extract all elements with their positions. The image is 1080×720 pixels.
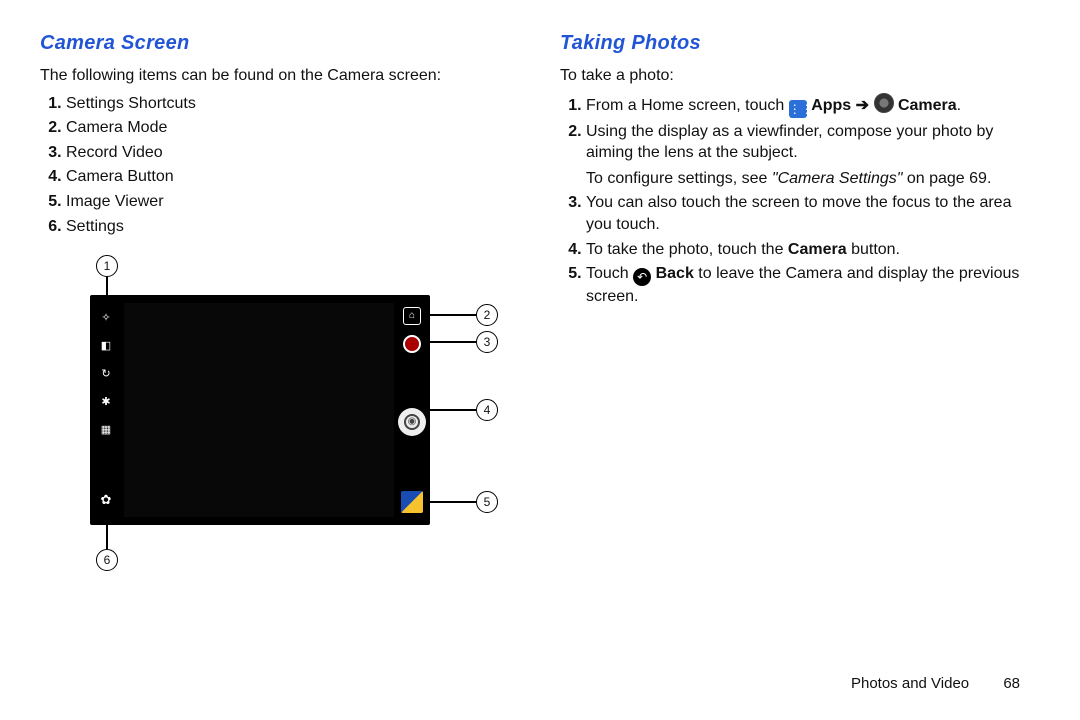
step-4-pre: To take the photo, touch the: [586, 241, 788, 258]
intro-camera-screen: The following items can be found on the …: [40, 65, 520, 87]
camera-frame: ✧ ◧ ↻ ✱ ▦ ✿ ⌂ ◉: [90, 295, 430, 525]
legend-item-4: Camera Button: [66, 166, 520, 188]
leader-6: [106, 525, 108, 549]
effects-icon: ✧: [99, 311, 113, 325]
column-camera-screen: Camera Screen The following items can be…: [40, 30, 520, 585]
taking-photos-steps: From a Home screen, touch ⋮⋮ Apps ➔ Came…: [586, 93, 1040, 308]
step-2: Using the display as a viewfinder, compo…: [586, 121, 1040, 190]
legend-item-5: Image Viewer: [66, 191, 520, 213]
camera-mode-toggle-icon: ⌂: [403, 307, 421, 325]
step-2-config-link: "Camera Settings": [772, 170, 903, 187]
record-video-icon: [403, 335, 421, 353]
leader-3: [430, 341, 476, 343]
step-4-post: button.: [847, 241, 900, 258]
step-2-config-post: on page 69.: [902, 170, 991, 187]
viewfinder-area: [124, 303, 394, 517]
step-1-apps-label: Apps: [811, 97, 851, 114]
step-5-pre: Touch: [586, 265, 633, 282]
footer-section-name: Photos and Video: [851, 675, 969, 692]
leader-2: [430, 314, 476, 316]
callout-2: 2: [476, 304, 498, 326]
settings-gear-icon: ✿: [97, 491, 115, 509]
step-5-post: to leave the Camera and display the prev…: [586, 265, 1019, 305]
callout-5: 5: [476, 491, 498, 513]
step-4: To take the photo, touch the Camera butt…: [586, 239, 1040, 261]
callout-1: 1: [96, 255, 118, 277]
settings-shortcuts-bar: ✧ ◧ ↻ ✱ ▦ ✿: [94, 301, 118, 519]
column-taking-photos: Taking Photos To take a photo: From a Ho…: [560, 30, 1040, 585]
step-5-bold: Back: [656, 265, 694, 282]
flash-icon: ✱: [99, 395, 113, 409]
step-2-config-pre: To configure settings, see: [586, 170, 772, 187]
heading-taking-photos: Taking Photos: [560, 30, 1040, 57]
step-1-text-a: From a Home screen, touch: [586, 97, 789, 114]
back-icon: ↶: [633, 268, 651, 286]
footer-page-number: 68: [1003, 675, 1020, 692]
timer-icon: ↻: [99, 367, 113, 381]
image-viewer-thumbnail-icon: [401, 491, 423, 513]
leader-5: [430, 501, 476, 503]
step-4-bold: Camera: [788, 241, 847, 258]
step-1-end: .: [957, 97, 961, 114]
shutter-button-icon: ◉: [398, 408, 426, 436]
leader-4: [430, 409, 476, 411]
camera-screen-legend: Settings Shortcuts Camera Mode Record Vi…: [66, 93, 520, 238]
exposure-icon: ◧: [99, 339, 113, 353]
callout-6: 6: [96, 549, 118, 571]
legend-item-3: Record Video: [66, 142, 520, 164]
callout-3: 3: [476, 331, 498, 353]
legend-item-2: Camera Mode: [66, 117, 520, 139]
step-2-subtext: To configure settings, see "Camera Setti…: [586, 168, 1040, 190]
page-footer: Photos and Video 68: [851, 674, 1020, 694]
step-1: From a Home screen, touch ⋮⋮ Apps ➔ Came…: [586, 93, 1040, 118]
step-1-camera-label: Camera: [898, 97, 957, 114]
heading-camera-screen: Camera Screen: [40, 30, 520, 57]
grid-icon: ▦: [99, 423, 113, 437]
camera-app-icon: [874, 93, 894, 113]
step-5: Touch ↶ Back to leave the Camera and dis…: [586, 263, 1040, 308]
camera-illustration: ✧ ◧ ↻ ✱ ▦ ✿ ⌂ ◉: [60, 255, 520, 585]
step-3: You can also touch the screen to move th…: [586, 192, 1040, 235]
callout-4: 4: [476, 399, 498, 421]
step-2-text-a: Using the display as a viewfinder, compo…: [586, 123, 993, 162]
leader-1: [106, 277, 108, 301]
legend-item-6: Settings: [66, 216, 520, 238]
apps-grid-icon: ⋮⋮: [789, 100, 807, 118]
intro-taking-photos: To take a photo:: [560, 65, 1040, 87]
arrow-right-icon: ➔: [856, 97, 869, 114]
legend-item-1: Settings Shortcuts: [66, 93, 520, 115]
right-controls-bar: ⌂ ◉: [398, 301, 426, 519]
